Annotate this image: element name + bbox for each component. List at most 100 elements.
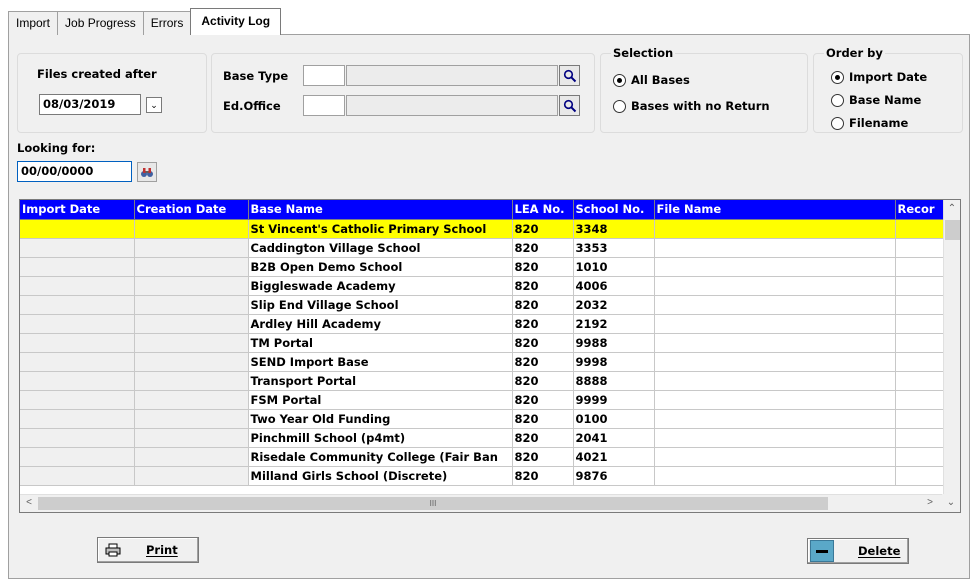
radio-button[interactable] <box>831 93 844 107</box>
col-header-base-name[interactable]: Base Name <box>248 200 513 220</box>
ed-office-code-input[interactable] <box>303 95 345 116</box>
col-header-file-name[interactable]: File Name <box>654 200 896 220</box>
search-icon <box>563 99 576 112</box>
table-cell <box>654 238 896 258</box>
table-cell <box>654 428 896 448</box>
col-header-school-no[interactable]: School No. <box>573 200 655 220</box>
radio-base-name[interactable]: Base Name <box>831 93 921 107</box>
table-cell <box>20 257 135 277</box>
col-header-import-date[interactable]: Import Date <box>20 200 135 220</box>
tab-bar: Import Job Progress Errors Activity Log <box>8 8 282 35</box>
ed-office-name-input[interactable] <box>346 95 558 116</box>
print-button[interactable]: Print <box>97 537 199 563</box>
table-cell: 820 <box>512 428 574 448</box>
scroll-up-icon[interactable]: ⌃ <box>944 201 960 217</box>
table-cell: Caddington Village School <box>248 238 513 258</box>
table-row[interactable]: Milland Girls School (Discrete) 820 9876 <box>20 466 944 486</box>
table-cell: 820 <box>512 219 574 239</box>
radio-all-bases[interactable]: All Bases <box>613 73 690 87</box>
horizontal-scroll-thumb[interactable]: III <box>38 497 828 510</box>
table-cell <box>895 238 944 258</box>
table-cell: 9998 <box>573 352 655 372</box>
scroll-right-icon[interactable]: > <box>922 495 938 511</box>
radio-button-selected[interactable] <box>613 73 626 87</box>
table-cell <box>895 295 944 315</box>
radio-import-date[interactable]: Import Date <box>831 70 927 84</box>
table-row[interactable]: St Vincent's Catholic Primary School 820 3… <box>20 219 944 239</box>
base-type-code-input[interactable] <box>303 65 345 86</box>
tab-activity-log[interactable]: Activity Log <box>190 8 282 35</box>
radio-filename[interactable]: Filename <box>831 116 908 130</box>
radio-bases-no-return[interactable]: Bases with no Return <box>613 99 770 113</box>
table-cell: St Vincent's Catholic Primary School <box>248 219 513 239</box>
table-cell <box>20 219 135 239</box>
files-created-date-field[interactable]: 08/03/2019 <box>39 94 141 115</box>
table-cell <box>895 257 944 277</box>
table-cell: Ardley Hill Academy <box>248 314 513 334</box>
table-cell <box>895 333 944 353</box>
col-header-records[interactable]: Recor <box>895 200 944 220</box>
printer-icon <box>100 539 126 561</box>
table-cell <box>20 371 135 391</box>
base-type-search-button[interactable] <box>559 65 580 86</box>
table-cell: 3353 <box>573 238 655 258</box>
table-row[interactable]: Pinchmill School (p4mt) 820 2041 <box>20 428 944 448</box>
table-cell: B2B Open Demo School <box>248 257 513 277</box>
table-cell: 820 <box>512 295 574 315</box>
table-cell <box>20 314 135 334</box>
table-cell: 2192 <box>573 314 655 334</box>
horizontal-scrollbar[interactable]: < III > <box>20 494 943 512</box>
radio-button[interactable] <box>831 116 844 130</box>
looking-for-label: Looking for: <box>17 141 96 155</box>
table-cell <box>134 371 249 391</box>
table-cell: 820 <box>512 276 574 296</box>
table-row[interactable]: Transport Portal 820 8888 <box>20 371 944 391</box>
table-cell <box>20 409 135 429</box>
vertical-scrollbar[interactable]: ⌃ <box>943 200 960 494</box>
table-row[interactable]: Two Year Old Funding 820 0100 <box>20 409 944 429</box>
table-row[interactable]: Biggleswade Academy 820 4006 <box>20 276 944 296</box>
table-row[interactable]: Risedale Community College (Fair Ban 820 4… <box>20 447 944 467</box>
table-cell: 2032 <box>573 295 655 315</box>
base-type-name-input[interactable] <box>346 65 558 86</box>
table-row[interactable]: TM Portal 820 9988 <box>20 333 944 353</box>
table-cell <box>895 276 944 296</box>
ed-office-search-button[interactable] <box>559 95 580 116</box>
table-row[interactable]: B2B Open Demo School 820 1010 <box>20 257 944 277</box>
radio-button[interactable] <box>613 99 626 113</box>
table-cell: 820 <box>512 447 574 467</box>
activity-log-grid[interactable]: Import Date Creation Date Base Name LEA … <box>19 199 961 513</box>
col-header-creation-date[interactable]: Creation Date <box>134 200 249 220</box>
scroll-left-icon[interactable]: < <box>21 495 37 511</box>
tab-job-progress[interactable]: Job Progress <box>57 11 144 35</box>
col-header-lea-no[interactable]: LEA No. <box>512 200 574 220</box>
looking-for-input[interactable]: 00/00/0000 <box>17 161 132 182</box>
table-cell <box>895 409 944 429</box>
table-cell: 1010 <box>573 257 655 277</box>
table-row[interactable]: SEND Import Base 820 9998 <box>20 352 944 372</box>
table-row[interactable]: Ardley Hill Academy 820 2192 <box>20 314 944 334</box>
table-row[interactable]: FSM Portal 820 9999 <box>20 390 944 410</box>
table-cell: 4006 <box>573 276 655 296</box>
table-cell: 820 <box>512 333 574 353</box>
scroll-down-icon[interactable]: ⌄ <box>942 494 960 512</box>
order-by-title: Order by <box>824 46 885 60</box>
table-cell <box>895 466 944 486</box>
table-cell: 820 <box>512 257 574 277</box>
find-button[interactable] <box>137 162 157 182</box>
radio-label: Base Name <box>849 93 922 107</box>
table-row[interactable]: Caddington Village School 820 3353 <box>20 238 944 258</box>
table-cell <box>20 466 135 486</box>
delete-label: Delete <box>858 544 901 558</box>
date-dropdown-button[interactable]: ⌄ <box>146 97 162 113</box>
delete-button[interactable]: Delete <box>807 538 909 564</box>
radio-button-selected[interactable] <box>831 70 844 84</box>
tab-import[interactable]: Import <box>8 11 59 35</box>
table-row[interactable]: Slip End Village School 820 2032 <box>20 295 944 315</box>
table-cell <box>654 333 896 353</box>
table-cell <box>654 219 896 239</box>
vertical-scroll-thumb[interactable] <box>945 220 960 240</box>
table-cell: 820 <box>512 466 574 486</box>
tab-errors[interactable]: Errors <box>142 11 192 35</box>
table-cell: Biggleswade Academy <box>248 276 513 296</box>
